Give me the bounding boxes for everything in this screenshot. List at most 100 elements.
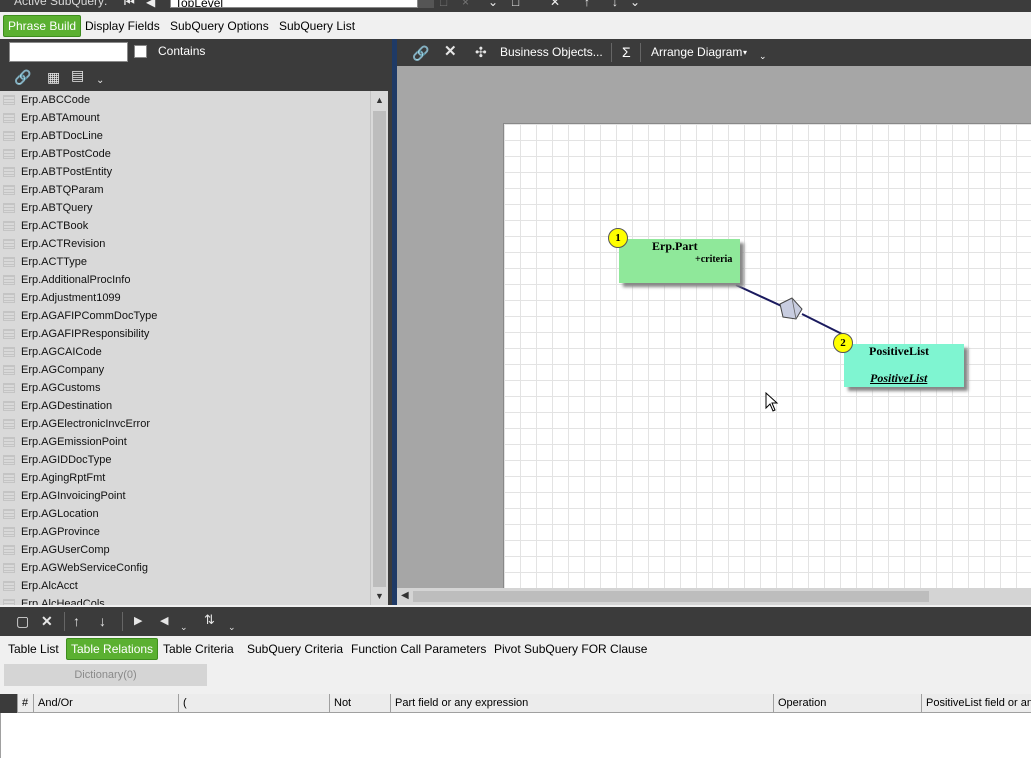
table-list-item[interactable]: Erp.ABTQParam bbox=[0, 181, 370, 199]
delete-subquery-icon[interactable]: × bbox=[462, 0, 469, 8]
table-list-item[interactable]: Erp.ABCCode bbox=[0, 91, 370, 109]
scroll-thumb[interactable] bbox=[373, 111, 386, 587]
column-header[interactable]: Not bbox=[329, 694, 390, 713]
tab-subquery-criteria[interactable]: SubQuery Criteria bbox=[243, 638, 347, 660]
tab-pivot-subquery[interactable]: Pivot SubQuery FOR Clause bbox=[490, 638, 651, 660]
table-grid-icon bbox=[3, 311, 15, 321]
column-header[interactable]: ( bbox=[178, 694, 329, 713]
move-down-icon[interactable]: ↓ bbox=[99, 614, 106, 628]
table-list-item[interactable]: Erp.AGCustoms bbox=[0, 379, 370, 397]
column-header[interactable]: PositiveList field or any expression bbox=[921, 694, 1031, 713]
more-icon[interactable]: ⌄ bbox=[488, 0, 498, 8]
entity-erp-part[interactable]: Erp.Part +criteria bbox=[619, 239, 740, 283]
tab-function-call-parameters[interactable]: Function Call Parameters bbox=[347, 638, 490, 660]
tab-subquery-options[interactable]: SubQuery Options bbox=[166, 15, 273, 37]
table-list-item[interactable]: Erp.AGWebServiceConfig bbox=[0, 559, 370, 577]
table-icon[interactable]: ▦ bbox=[47, 70, 60, 84]
table-list-item[interactable]: Erp.AlcAcct bbox=[0, 577, 370, 595]
tab-subquery-list[interactable]: SubQuery List bbox=[275, 15, 359, 37]
arrange-diagram-button[interactable]: Arrange Diagram bbox=[651, 45, 742, 59]
scroll-down-icon[interactable]: ▼ bbox=[371, 589, 388, 603]
calculator-icon[interactable]: ▤ bbox=[71, 68, 84, 82]
dropdown-icon[interactable]: ⌄ bbox=[759, 51, 767, 62]
tab-table-relations[interactable]: Table Relations bbox=[66, 638, 159, 660]
sigma-button[interactable]: Σ bbox=[622, 44, 631, 60]
table-name: Erp.ABTQParam bbox=[21, 184, 104, 196]
first-icon[interactable]: ⏮ bbox=[124, 0, 135, 8]
tab-phrase-build[interactable]: Phrase Build bbox=[3, 15, 82, 37]
table-list-item[interactable]: Erp.ABTPostEntity bbox=[0, 163, 370, 181]
table-search-input[interactable] bbox=[9, 42, 128, 62]
table-list-item[interactable]: Erp.AGInvoicingPoint bbox=[0, 487, 370, 505]
scroll-thumb[interactable] bbox=[413, 591, 929, 602]
table-list-item[interactable]: Erp.AGProvince bbox=[0, 523, 370, 541]
prev-icon[interactable]: ◀ bbox=[146, 0, 155, 8]
new-icon[interactable]: ▢ bbox=[16, 614, 29, 628]
dropdown-icon[interactable]: ⌄ bbox=[228, 620, 236, 634]
table-list-item[interactable]: Erp.ABTQuery bbox=[0, 199, 370, 217]
contains-checkbox[interactable] bbox=[134, 45, 147, 58]
up-icon[interactable]: ↑ bbox=[584, 0, 590, 8]
down-icon[interactable]: ↓ bbox=[612, 0, 618, 8]
business-objects-button[interactable]: Business Objects... bbox=[500, 45, 603, 59]
dropdown-icon[interactable]: ⌄ bbox=[630, 0, 640, 8]
indent-left-icon[interactable]: ◀ bbox=[160, 614, 168, 628]
dropdown-icon[interactable]: ⌄ bbox=[96, 74, 104, 88]
table-list-item[interactable]: Erp.AGIDDocType bbox=[0, 451, 370, 469]
scroll-left-icon[interactable]: ◀ bbox=[401, 590, 409, 601]
dictionary-button[interactable]: Dictionary(0) bbox=[4, 664, 207, 686]
active-subquery-label: Active SubQuery: bbox=[14, 0, 108, 8]
table-list-item[interactable]: Erp.AGLocation bbox=[0, 505, 370, 523]
table-list-item[interactable]: Erp.ABTPostCode bbox=[0, 145, 370, 163]
scroll-up-icon[interactable]: ▲ bbox=[371, 93, 388, 107]
link-icon[interactable]: 🔗 bbox=[14, 70, 31, 84]
business-objects-icon[interactable]: ✣ bbox=[475, 45, 487, 59]
indent-right-icon[interactable]: ▶ bbox=[134, 614, 142, 628]
entity-name: Erp.Part bbox=[652, 239, 698, 253]
column-header[interactable]: # bbox=[17, 694, 33, 713]
table-name: Erp.ABTQuery bbox=[21, 202, 93, 214]
table-grid-icon bbox=[3, 329, 15, 339]
table-list-item[interactable]: Erp.AdditionalProcInfo bbox=[0, 271, 370, 289]
table-list-item[interactable]: Erp.ABTDocLine bbox=[0, 127, 370, 145]
subquery-select[interactable]: TopLevel bbox=[170, 0, 418, 8]
table-list-item[interactable]: Erp.ABTAmount bbox=[0, 109, 370, 127]
delete-icon[interactable]: ✕ bbox=[41, 614, 53, 628]
move-up-icon[interactable]: ↑ bbox=[73, 614, 80, 628]
table-list-item[interactable]: Erp.AGEmissionPoint bbox=[0, 433, 370, 451]
table-list-item[interactable]: Erp.ACTRevision bbox=[0, 235, 370, 253]
column-header[interactable]: And/Or bbox=[33, 694, 178, 713]
table-list-item[interactable]: Erp.ACTType bbox=[0, 253, 370, 271]
table-list-item[interactable]: Erp.AgingRptFmt bbox=[0, 469, 370, 487]
tab-table-criteria[interactable]: Table Criteria bbox=[159, 638, 238, 660]
diagram-canvas[interactable]: Erp.Part +criteria 1 PositiveList Positi… bbox=[503, 123, 1031, 589]
table-list-item[interactable]: Erp.AlcHeadCols bbox=[0, 595, 370, 605]
table-list-item[interactable]: Erp.AGUserComp bbox=[0, 541, 370, 559]
table-list-item[interactable]: Erp.AGAFIPCommDocType bbox=[0, 307, 370, 325]
delete-icon[interactable]: ✕ bbox=[444, 44, 457, 59]
entity-positivelist[interactable]: PositiveList PositiveList bbox=[844, 344, 964, 387]
tab-table-list[interactable]: Table List bbox=[4, 638, 63, 660]
close-icon[interactable]: ✕ bbox=[550, 0, 560, 8]
table-list-item[interactable]: Erp.ACTBook bbox=[0, 217, 370, 235]
tab-display-fields[interactable]: Display Fields bbox=[81, 15, 164, 37]
diagram-h-scrollbar[interactable]: ◀ bbox=[397, 588, 1031, 605]
dropdown-icon[interactable]: ⌄ bbox=[180, 620, 188, 634]
arrange-chevron-icon[interactable]: ▾ bbox=[743, 48, 747, 57]
table-list-item[interactable]: Erp.AGCAICode bbox=[0, 343, 370, 361]
table-name: Erp.AGLocation bbox=[21, 508, 99, 520]
table-list-item[interactable]: Erp.AGAFIPResponsibility bbox=[0, 325, 370, 343]
table-list-item[interactable]: Erp.AGElectronicInvcError bbox=[0, 415, 370, 433]
table-list-item[interactable]: Erp.Adjustment1099 bbox=[0, 289, 370, 307]
column-header[interactable]: Operation bbox=[773, 694, 921, 713]
sort-icon[interactable]: ⇅ bbox=[204, 613, 215, 627]
new-icon[interactable]: □ bbox=[512, 0, 519, 8]
link-icon[interactable]: 🔗 bbox=[412, 46, 429, 60]
table-list-scrollbar[interactable]: ▲ ▼ bbox=[370, 91, 388, 605]
table-list-item[interactable]: Erp.AGCompany bbox=[0, 361, 370, 379]
column-header[interactable]: Part field or any expression bbox=[390, 694, 773, 713]
subquery-dropdown-button[interactable] bbox=[418, 0, 434, 8]
add-subquery-icon[interactable]: □ bbox=[440, 0, 447, 8]
table-list-item[interactable]: Erp.AGDestination bbox=[0, 397, 370, 415]
join-diamond-icon[interactable] bbox=[779, 297, 803, 320]
